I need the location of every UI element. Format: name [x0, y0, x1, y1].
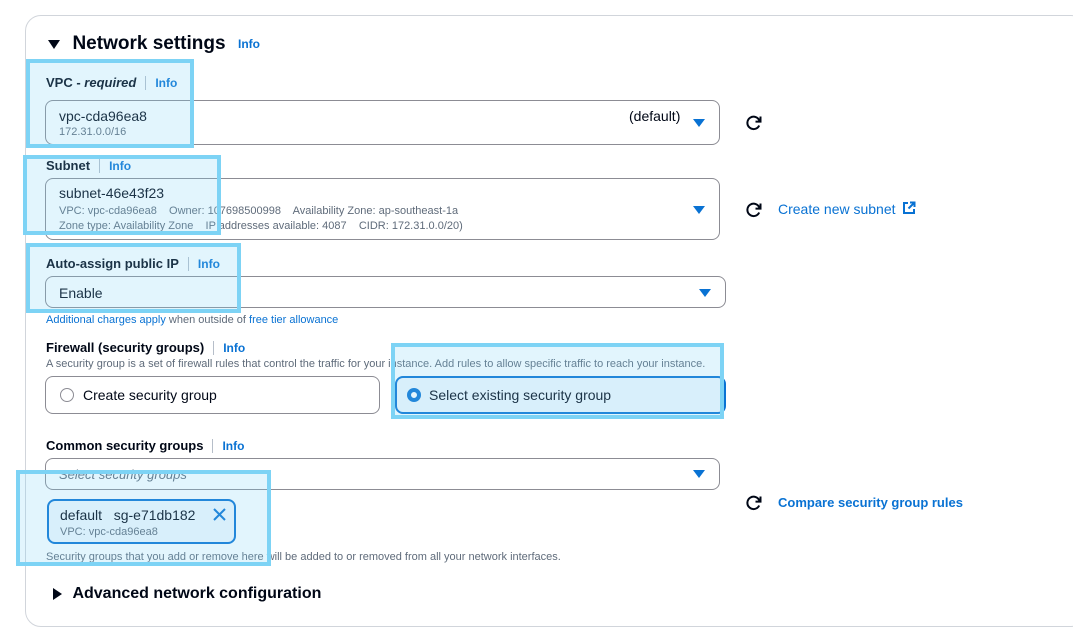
security-groups-select[interactable]: Select security groups — [45, 458, 720, 490]
compare-sg-rules-link[interactable]: Compare security group rules — [778, 495, 963, 510]
close-icon[interactable] — [213, 508, 226, 521]
refresh-icon[interactable] — [744, 200, 764, 220]
vpc-default-tag: (default) — [629, 108, 681, 124]
vpc-info-link[interactable]: Info — [155, 76, 177, 90]
firewall-label: Firewall (security groups) — [46, 340, 205, 355]
external-link-icon — [903, 201, 916, 214]
create-security-group-option[interactable]: Create security group — [45, 376, 380, 414]
subnet-label: Subnet — [46, 158, 91, 173]
create-security-group-label: Create security group — [83, 387, 217, 403]
subnet-info-link[interactable]: Info — [109, 159, 131, 173]
caret-down-icon — [693, 470, 705, 478]
token-vpc: VPC: vpc-cda96ea8 — [60, 526, 158, 538]
token-name: default sg-e71db182 — [60, 507, 196, 523]
vpc-label-row: VPC - required Info — [46, 74, 177, 92]
free-tier-link[interactable]: free tier allowance — [249, 314, 338, 326]
network-settings-header[interactable]: Network settings Info — [48, 33, 260, 55]
select-existing-security-group-label: Select existing security group — [429, 387, 612, 403]
network-info-link[interactable]: Info — [238, 37, 260, 51]
common-sg-label: Common security groups — [46, 438, 204, 453]
collapse-triangle-icon[interactable] — [48, 39, 60, 49]
create-new-subnet-label[interactable]: Create new subnet — [778, 201, 896, 217]
advanced-network-title: Advanced network configuration — [72, 585, 322, 602]
additional-charges-link[interactable]: Additional charges apply — [46, 314, 166, 326]
section-title: Network settings — [72, 33, 226, 54]
radio-unselected[interactable] — [60, 388, 74, 402]
refresh-icon[interactable] — [744, 113, 764, 133]
public-ip-select[interactable]: Enable — [45, 276, 726, 308]
subnet-select[interactable]: subnet-46e43f23 VPC: vpc-cda96ea8 Owner:… — [45, 178, 720, 240]
caret-down-icon — [699, 289, 711, 297]
radio-selected[interactable] — [407, 388, 421, 402]
public-ip-label: Auto-assign public IP — [46, 256, 179, 271]
public-ip-label-row: Auto-assign public IP Info — [46, 255, 220, 273]
advanced-network-header[interactable]: Advanced network configuration — [53, 585, 321, 603]
public-ip-value: Enable — [59, 285, 103, 301]
security-group-token: default sg-e71db182 VPC: vpc-cda96ea8 — [47, 499, 236, 544]
firewall-description: A security group is a set of firewall ru… — [46, 358, 706, 370]
subnet-detail-line2: Zone type: Availability Zone IP addresse… — [59, 220, 463, 232]
public-ip-info-link[interactable]: Info — [198, 257, 220, 271]
security-groups-placeholder: Select security groups — [59, 467, 187, 482]
common-sg-info-link[interactable]: Info — [222, 439, 244, 453]
refresh-icon[interactable] — [744, 493, 764, 513]
expand-triangle-icon[interactable] — [53, 588, 62, 600]
vpc-select[interactable]: vpc-cda96ea8 172.31.0.0/16 (default) — [45, 100, 720, 145]
public-ip-note: Additional charges apply when outside of… — [46, 314, 338, 326]
firewall-info-link[interactable]: Info — [223, 341, 245, 355]
security-groups-footnote: Security groups that you add or remove h… — [46, 551, 561, 563]
note-text: when outside of — [165, 314, 250, 326]
subnet-detail-line1: VPC: vpc-cda96ea8 Owner: 107698500998 Av… — [59, 205, 459, 217]
firewall-label-row: Firewall (security groups) Info — [46, 339, 245, 357]
subnet-value: subnet-46e43f23 — [59, 185, 165, 201]
select-existing-security-group-option[interactable]: Select existing security group — [395, 376, 726, 414]
vpc-value: vpc-cda96ea8 — [59, 108, 147, 124]
caret-down-icon — [693, 119, 705, 127]
vpc-label: VPC - required — [46, 75, 137, 90]
common-sg-label-row: Common security groups Info — [46, 437, 244, 455]
subnet-label-row: Subnet Info — [46, 157, 131, 175]
vpc-cidr: 172.31.0.0/16 — [59, 126, 127, 138]
caret-down-icon — [693, 206, 705, 214]
create-new-subnet-link[interactable]: Create new subnet — [778, 201, 916, 217]
